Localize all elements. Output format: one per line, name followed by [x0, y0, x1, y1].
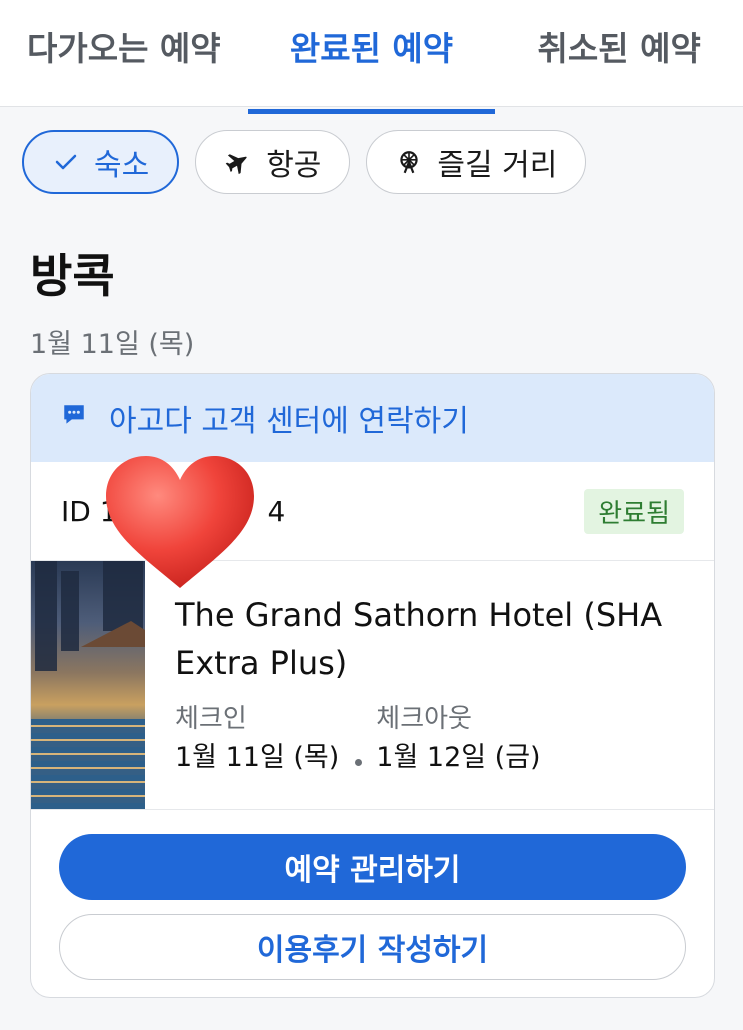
filter-chip-label: 숙소	[94, 148, 150, 183]
checkout-label: 체크아웃	[376, 704, 472, 734]
booking-status-tabs: 다가오는 예약 완료된 예약 취소된 예약	[0, 0, 743, 114]
booking-city-heading: 방콕	[30, 249, 115, 303]
date-separator-dot	[355, 759, 363, 766]
ferris-wheel-icon	[395, 148, 423, 176]
checkout-date: 1월 12일 (금)	[376, 742, 541, 773]
booking-date: 1월 11일 (목)	[30, 329, 195, 360]
checkin-date: 1월 11일 (목)	[175, 742, 340, 773]
booking-id-suffix: 4	[267, 494, 286, 528]
contact-support-label: 아고다 고객 센터에 연락하기	[109, 404, 469, 439]
contact-support-link[interactable]: 아고다 고객 센터에 연락하기	[31, 374, 714, 462]
filter-chip-label: 항공	[266, 148, 322, 183]
tab-upcoming[interactable]: 다가오는 예약	[0, 0, 248, 106]
chat-icon	[61, 401, 87, 436]
status-badge: 완료됨	[584, 488, 684, 534]
filter-chip-activities[interactable]: 즐길 거리	[366, 130, 587, 194]
category-filter-chips: 숙소 항공 즐길 거리	[22, 130, 587, 194]
filter-chip-flights[interactable]: 항공	[195, 130, 351, 194]
hotel-thumbnail	[31, 561, 145, 809]
hotel-name: The Grand Sathorn Hotel (SHA Extra Plus)	[175, 596, 663, 682]
airplane-icon	[224, 148, 252, 176]
filter-chip-accommodation[interactable]: 숙소	[22, 130, 180, 194]
checkin-block: 체크인 1월 11일 (목)	[175, 701, 339, 779]
tab-completed[interactable]: 완료된 예약	[247, 0, 496, 114]
stay-dates: 체크인 1월 11일 (목) 체크아웃 1월 12일 (금)	[175, 701, 685, 779]
check-icon	[52, 148, 80, 176]
heart-sticker	[106, 456, 254, 588]
filter-chip-label: 즐길 거리	[437, 148, 558, 183]
manage-booking-button[interactable]: 예약 관리하기	[59, 834, 686, 900]
checkout-block: 체크아웃 1월 12일 (금)	[376, 701, 540, 779]
tab-cancelled[interactable]: 취소된 예약	[495, 0, 743, 106]
hotel-summary[interactable]: The Grand Sathorn Hotel (SHA Extra Plus)…	[31, 561, 714, 810]
checkin-label: 체크인	[175, 704, 247, 734]
write-review-button[interactable]: 이용후기 작성하기	[59, 914, 686, 980]
